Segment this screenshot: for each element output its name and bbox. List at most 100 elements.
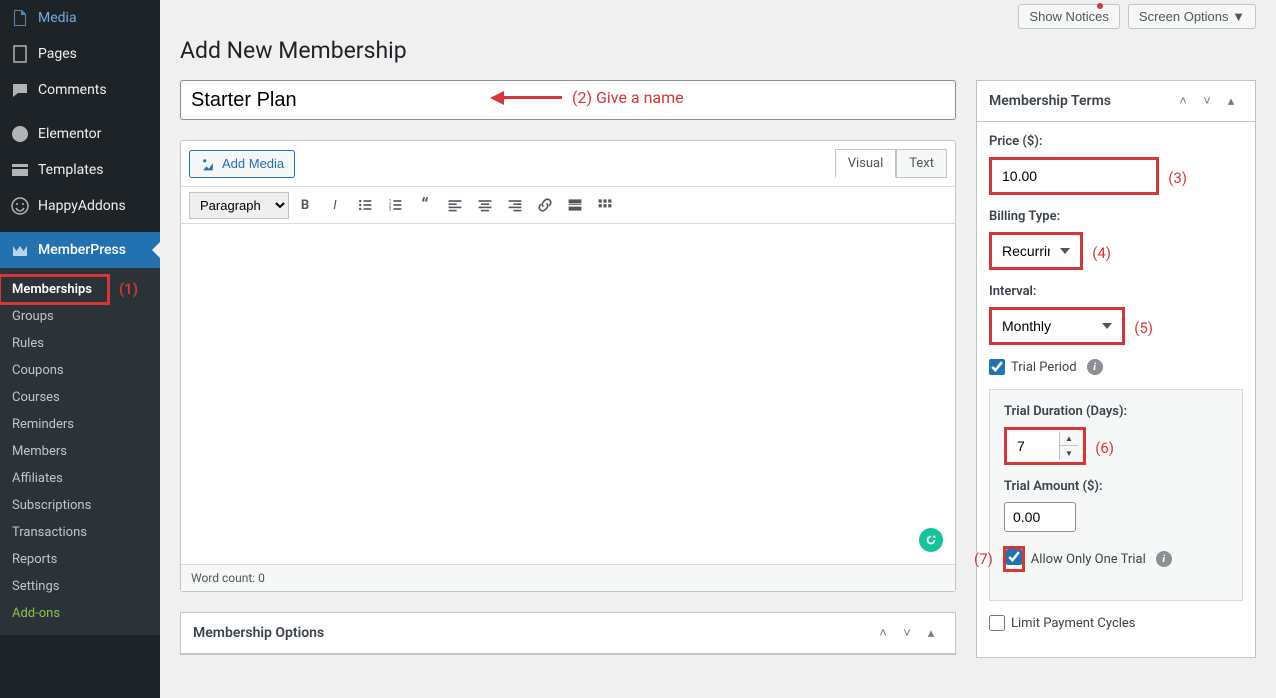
annotation-4: (4)	[1092, 244, 1111, 262]
media-icon	[10, 8, 30, 28]
trial-period-checkbox[interactable]	[989, 359, 1005, 375]
submenu-item-groups[interactable]: Groups	[0, 303, 160, 330]
sidebar-label: Templates	[38, 162, 104, 178]
allow-one-trial-checkbox[interactable]	[1006, 549, 1022, 565]
submenu-item-courses[interactable]: Courses	[0, 384, 160, 411]
limit-cycles-label: Limit Payment Cycles	[1011, 616, 1136, 631]
triangle-up-icon[interactable]: ▴	[1219, 89, 1243, 113]
page-icon	[10, 44, 30, 64]
add-media-button[interactable]: Add Media	[189, 150, 295, 178]
align-center-button[interactable]	[471, 191, 499, 219]
trial-settings-box: Trial Duration (Days): ▲ ▼	[989, 389, 1243, 601]
top-actions: Show Notices Screen Options ▼	[180, 0, 1256, 29]
trial-duration-input[interactable]	[1009, 432, 1059, 460]
toolbar-toggle-button[interactable]	[591, 191, 619, 219]
sidebar-item-happyaddons[interactable]: HappyAddons	[0, 188, 160, 224]
comment-icon	[10, 80, 30, 100]
annotation-6: (6)	[1095, 439, 1114, 457]
sidebar-item-templates[interactable]: Templates	[0, 152, 160, 188]
sidebar-item-pages[interactable]: Pages	[0, 36, 160, 72]
submenu-item-reports[interactable]: Reports	[0, 546, 160, 573]
submenu-item-members[interactable]: Members	[0, 438, 160, 465]
limit-cycles-checkbox[interactable]	[989, 615, 1005, 631]
link-button[interactable]	[531, 191, 559, 219]
happy-icon	[10, 196, 30, 216]
italic-button[interactable]: I	[321, 191, 349, 219]
show-notices-button[interactable]: Show Notices	[1018, 4, 1119, 29]
trial-amount-label: Trial Amount ($):	[1004, 479, 1228, 494]
submenu-item-memberships[interactable]: Memberships (1)	[0, 276, 160, 303]
membership-title-input[interactable]	[180, 80, 956, 120]
submenu-item-reminders[interactable]: Reminders	[0, 411, 160, 438]
sidebar-label: Comments	[38, 82, 107, 98]
sidebar-item-media[interactable]: Media	[0, 0, 160, 36]
sidebar-item-comments[interactable]: Comments	[0, 72, 160, 108]
submenu-item-rules[interactable]: Rules	[0, 330, 160, 357]
membership-options-title: Membership Options	[193, 625, 871, 641]
chevron-up-icon[interactable]: ˄	[871, 621, 895, 645]
membership-options-box: Membership Options ˄ ˅ ▴	[180, 612, 956, 655]
trial-duration-label: Trial Duration (Days):	[1004, 404, 1228, 419]
tab-visual[interactable]: Visual	[835, 149, 897, 178]
annotation-3: (3)	[1168, 169, 1187, 187]
align-left-button[interactable]	[441, 191, 469, 219]
editor-textarea[interactable]	[181, 224, 955, 564]
sidebar-label: HappyAddons	[38, 198, 126, 214]
submenu-item-settings[interactable]: Settings	[0, 573, 160, 600]
allow-one-trial-label: Allow Only One Trial	[1031, 552, 1146, 567]
spin-down-button[interactable]: ▼	[1060, 446, 1078, 460]
sidebar-label: MemberPress	[38, 242, 126, 258]
tab-text[interactable]: Text	[896, 149, 947, 178]
elementor-icon	[10, 124, 30, 144]
submenu-item-transactions[interactable]: Transactions	[0, 519, 160, 546]
editor-box: Add Media Visual Text Paragraph B I 123 …	[180, 140, 956, 592]
price-label: Price ($):	[989, 134, 1243, 149]
svg-text:3: 3	[389, 207, 392, 213]
notice-dot-icon	[1097, 3, 1103, 9]
chevron-down-icon[interactable]: ˅	[895, 621, 919, 645]
media-add-icon	[200, 156, 216, 172]
interval-select[interactable]: Monthly	[994, 312, 1120, 340]
quote-button[interactable]: “	[411, 191, 439, 219]
word-count: Word count: 0	[191, 571, 265, 585]
billing-type-select[interactable]: Recurring	[994, 237, 1078, 265]
submenu-item-coupons[interactable]: Coupons	[0, 357, 160, 384]
bold-button[interactable]: B	[291, 191, 319, 219]
trial-period-label: Trial Period	[1011, 360, 1077, 375]
sidebar-submenu: Memberships (1) Groups Rules Coupons Cou…	[0, 268, 160, 635]
readmore-button[interactable]	[561, 191, 589, 219]
format-select[interactable]: Paragraph	[189, 192, 289, 219]
chevron-up-icon[interactable]: ˄	[1171, 89, 1195, 113]
number-list-button[interactable]: 123	[381, 191, 409, 219]
editor-toolbar: Paragraph B I 123 “	[181, 186, 955, 224]
annotation-7: (7)	[974, 550, 993, 568]
annotation-1: (1)	[119, 280, 138, 298]
membership-terms-box: Membership Terms ˄ ˅ ▴ Price ($): (3) Bi…	[976, 80, 1256, 658]
annotation-5: (5)	[1134, 319, 1153, 337]
sidebar-label: Elementor	[38, 126, 101, 142]
page-title: Add New Membership	[180, 37, 1256, 64]
memberpress-icon	[10, 240, 30, 260]
chevron-down-icon[interactable]: ˅	[1195, 89, 1219, 113]
trial-amount-input[interactable]	[1004, 502, 1076, 532]
info-icon[interactable]: i	[1156, 551, 1172, 567]
submenu-item-affiliates[interactable]: Affiliates	[0, 465, 160, 492]
grammarly-icon[interactable]	[919, 528, 943, 552]
submenu-item-subscriptions[interactable]: Subscriptions	[0, 492, 160, 519]
triangle-up-icon[interactable]: ▴	[919, 621, 943, 645]
sidebar-label: Media	[38, 10, 77, 26]
sidebar-item-memberpress[interactable]: MemberPress	[0, 232, 160, 268]
sidebar-item-elementor[interactable]: Elementor	[0, 116, 160, 152]
bullet-list-button[interactable]	[351, 191, 379, 219]
align-right-button[interactable]	[501, 191, 529, 219]
membership-terms-title: Membership Terms	[989, 93, 1171, 109]
spin-up-button[interactable]: ▲	[1060, 432, 1078, 446]
info-icon[interactable]: i	[1087, 359, 1103, 375]
sidebar-label: Pages	[38, 46, 77, 62]
submenu-item-addons[interactable]: Add-ons	[0, 600, 160, 627]
main-content: Show Notices Screen Options ▼ Add New Me…	[160, 0, 1276, 698]
price-input[interactable]	[994, 162, 1154, 190]
admin-sidebar: Media Pages Comments Elementor Templates…	[0, 0, 160, 698]
editor-footer: Word count: 0	[181, 564, 955, 591]
screen-options-button[interactable]: Screen Options ▼	[1128, 4, 1256, 29]
